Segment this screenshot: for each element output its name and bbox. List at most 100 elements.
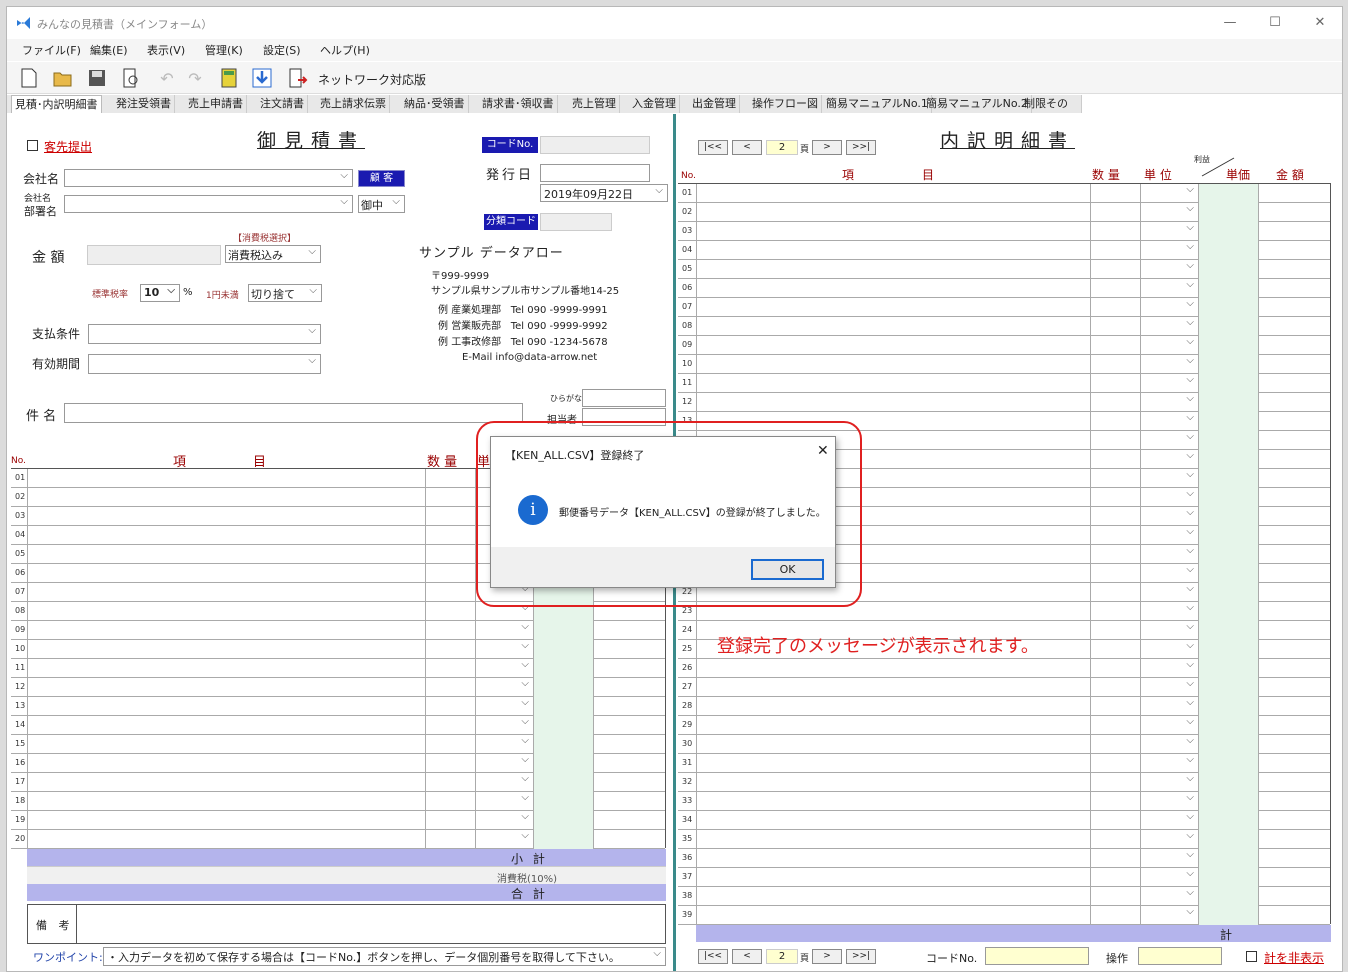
furigana-field[interactable] xyxy=(582,389,666,407)
detail-amount-cell[interactable] xyxy=(1258,222,1331,241)
hide-total-checkbox[interactable] xyxy=(1246,951,1257,962)
qty-cell[interactable] xyxy=(425,602,475,621)
amount-cell[interactable] xyxy=(593,678,666,697)
amount-cell[interactable] xyxy=(593,792,666,811)
detail-unit-cell[interactable]: ⌵ xyxy=(1140,773,1198,792)
detail-qty-cell[interactable] xyxy=(1090,488,1140,507)
bottom-code-field[interactable] xyxy=(985,947,1089,965)
detail-price-cell[interactable] xyxy=(1198,507,1258,526)
detail-amount-cell[interactable] xyxy=(1258,526,1331,545)
detail-unit-cell[interactable]: ⌵ xyxy=(1140,754,1198,773)
detail-amount-cell[interactable] xyxy=(1258,469,1331,488)
tab-estimate[interactable]: 見積･内訳明細書 xyxy=(11,95,102,113)
detail-amount-cell[interactable] xyxy=(1258,792,1331,811)
detail-price-cell[interactable] xyxy=(1198,355,1258,374)
detail-price-cell[interactable] xyxy=(1198,735,1258,754)
detail-unit-cell[interactable]: ⌵ xyxy=(1140,868,1198,887)
detail-amount-cell[interactable] xyxy=(1258,431,1331,450)
detail-item-cell[interactable] xyxy=(696,222,1090,241)
detail-unit-cell[interactable]: ⌵ xyxy=(1140,241,1198,260)
tax-mode-select[interactable]: 消費税込み xyxy=(225,245,321,263)
unit-cell[interactable]: ⌵ xyxy=(475,792,533,811)
detail-unit-cell[interactable]: ⌵ xyxy=(1140,640,1198,659)
qty-cell[interactable] xyxy=(425,792,475,811)
detail-amount-cell[interactable] xyxy=(1258,336,1331,355)
detail-amount-cell[interactable] xyxy=(1258,488,1331,507)
detail-price-cell[interactable] xyxy=(1198,526,1258,545)
menu-help[interactable]: ヘルプ(H) xyxy=(320,42,370,58)
detail-item-cell[interactable] xyxy=(696,697,1090,716)
item-cell[interactable] xyxy=(27,773,425,792)
detail-qty-cell[interactable] xyxy=(1090,393,1140,412)
detail-qty-cell[interactable] xyxy=(1090,431,1140,450)
last-page-button-bottom[interactable]: >>| xyxy=(846,949,876,964)
page-number[interactable]: 2 xyxy=(766,140,798,155)
detail-amount-cell[interactable] xyxy=(1258,906,1331,925)
close-window-button[interactable]: ✕ xyxy=(1297,13,1342,33)
detail-qty-cell[interactable] xyxy=(1090,640,1140,659)
item-cell[interactable] xyxy=(27,830,425,849)
detail-qty-cell[interactable] xyxy=(1090,583,1140,602)
menu-settings[interactable]: 設定(S) xyxy=(263,42,301,58)
item-cell[interactable] xyxy=(27,564,425,583)
detail-price-cell[interactable] xyxy=(1198,469,1258,488)
detail-price-cell[interactable] xyxy=(1198,906,1258,925)
item-cell[interactable] xyxy=(27,545,425,564)
detail-qty-cell[interactable] xyxy=(1090,203,1140,222)
detail-price-cell[interactable] xyxy=(1198,298,1258,317)
customer-button[interactable]: 顧 客 xyxy=(358,170,405,187)
price-cell[interactable] xyxy=(533,735,593,754)
unit-cell[interactable]: ⌵ xyxy=(475,659,533,678)
unit-cell[interactable]: ⌵ xyxy=(475,621,533,640)
download-icon[interactable] xyxy=(250,66,274,90)
save-icon[interactable] xyxy=(85,66,109,90)
detail-amount-cell[interactable] xyxy=(1258,583,1331,602)
issue-date-picker[interactable]: 2019年09月22日 xyxy=(540,184,668,202)
category-code-button[interactable]: 分類コード xyxy=(484,214,538,230)
qty-cell[interactable] xyxy=(425,469,475,488)
detail-price-cell[interactable] xyxy=(1198,241,1258,260)
unit-cell[interactable]: ⌵ xyxy=(475,811,533,830)
detail-price-cell[interactable] xyxy=(1198,450,1258,469)
price-cell[interactable] xyxy=(533,640,593,659)
detail-qty-cell[interactable] xyxy=(1090,621,1140,640)
detail-qty-cell[interactable] xyxy=(1090,716,1140,735)
price-cell[interactable] xyxy=(533,697,593,716)
detail-amount-cell[interactable] xyxy=(1258,716,1331,735)
code-no-button[interactable]: コードNo. xyxy=(482,137,538,153)
tab-order-acceptance[interactable]: 注文請書 xyxy=(257,95,308,113)
detail-amount-cell[interactable] xyxy=(1258,412,1331,431)
subject-field[interactable] xyxy=(64,403,523,423)
maximize-button[interactable]: ☐ xyxy=(1252,13,1298,33)
unit-cell[interactable]: ⌵ xyxy=(475,830,533,849)
price-cell[interactable] xyxy=(533,773,593,792)
detail-qty-cell[interactable] xyxy=(1090,564,1140,583)
amount-cell[interactable] xyxy=(593,716,666,735)
qty-cell[interactable] xyxy=(425,488,475,507)
detail-amount-cell[interactable] xyxy=(1258,545,1331,564)
tab-manual-2[interactable]: 簡易マニュアルNo.2 xyxy=(923,95,1032,113)
detail-unit-cell[interactable]: ⌵ xyxy=(1140,450,1198,469)
detail-item-cell[interactable] xyxy=(696,716,1090,735)
detail-amount-cell[interactable] xyxy=(1258,773,1331,792)
detail-price-cell[interactable] xyxy=(1198,317,1258,336)
amount-cell[interactable] xyxy=(593,754,666,773)
detail-unit-cell[interactable]: ⌵ xyxy=(1140,184,1198,203)
prev-page-button[interactable]: < xyxy=(732,140,762,155)
detail-item-cell[interactable] xyxy=(696,298,1090,317)
detail-price-cell[interactable] xyxy=(1198,184,1258,203)
detail-amount-cell[interactable] xyxy=(1258,260,1331,279)
detail-price-cell[interactable] xyxy=(1198,260,1258,279)
issue-date-text[interactable] xyxy=(540,164,650,182)
detail-qty-cell[interactable] xyxy=(1090,697,1140,716)
detail-qty-cell[interactable] xyxy=(1090,184,1140,203)
detail-price-cell[interactable] xyxy=(1198,792,1258,811)
amount-cell[interactable] xyxy=(593,640,666,659)
detail-qty-cell[interactable] xyxy=(1090,241,1140,260)
detail-qty-cell[interactable] xyxy=(1090,412,1140,431)
item-cell[interactable] xyxy=(27,640,425,659)
hide-total-link[interactable]: 計を非表示 xyxy=(1264,949,1324,966)
qty-cell[interactable] xyxy=(425,507,475,526)
detail-price-cell[interactable] xyxy=(1198,488,1258,507)
detail-unit-cell[interactable]: ⌵ xyxy=(1140,393,1198,412)
